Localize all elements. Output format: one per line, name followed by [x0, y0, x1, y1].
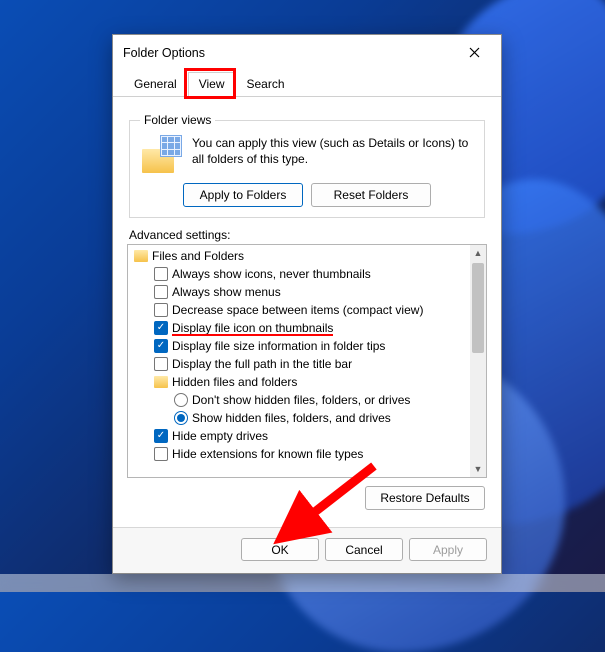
tree-item[interactable]: Hide extensions for known file types: [130, 445, 486, 463]
advanced-settings-label: Advanced settings:: [129, 228, 487, 242]
tree-item[interactable]: Don't show hidden files, folders, or dri…: [130, 391, 486, 409]
checkbox-icon[interactable]: ✓: [154, 429, 168, 443]
tab-label: View: [199, 77, 225, 91]
close-button[interactable]: [455, 39, 493, 67]
tree-item[interactable]: Always show icons, never thumbnails: [130, 265, 486, 283]
cancel-button[interactable]: Cancel: [325, 538, 403, 561]
taskbar: [0, 574, 605, 592]
tab-strip: General View Search: [113, 71, 501, 97]
apply-button[interactable]: Apply: [409, 538, 487, 561]
radio-icon[interactable]: [174, 411, 188, 425]
tree-item-label: Always show icons, never thumbnails: [172, 267, 371, 281]
tree-item[interactable]: ✓ Display file icon on thumbnails: [130, 319, 486, 337]
checkbox-icon[interactable]: [154, 267, 168, 281]
restore-defaults-button[interactable]: Restore Defaults: [365, 486, 485, 510]
tree-item[interactable]: ✓ Hide empty drives: [130, 427, 486, 445]
checkbox-icon[interactable]: ✓: [154, 321, 168, 335]
folder-icon: [134, 250, 148, 262]
tab-search[interactable]: Search: [236, 72, 296, 97]
folder-views-legend: Folder views: [140, 113, 215, 127]
dialog-title: Folder Options: [123, 46, 205, 60]
advanced-settings-tree[interactable]: Files and Folders Always show icons, neve…: [127, 244, 487, 478]
tree-item-label: Hide empty drives: [172, 429, 268, 443]
tree-item: Files and Folders: [130, 247, 486, 265]
scrollbar-thumb[interactable]: [472, 263, 484, 353]
folder-views-text: You can apply this view (such as Details…: [192, 135, 474, 175]
tab-view[interactable]: View: [188, 72, 236, 97]
tree-item-label: Don't show hidden files, folders, or dri…: [192, 393, 410, 407]
scrollbar[interactable]: ▲ ▼: [470, 245, 486, 477]
tree-item[interactable]: Always show menus: [130, 283, 486, 301]
apply-to-folders-button[interactable]: Apply to Folders: [183, 183, 303, 207]
tree-item-label: Display file size information in folder …: [172, 339, 385, 353]
folder-icon: [154, 376, 168, 388]
folder-views-icon: [140, 135, 182, 175]
titlebar: Folder Options: [113, 35, 501, 71]
checkbox-icon[interactable]: [154, 285, 168, 299]
tree-item-label: Display the full path in the title bar: [172, 357, 352, 371]
tab-general[interactable]: General: [123, 72, 188, 97]
tree-item[interactable]: Display the full path in the title bar: [130, 355, 486, 373]
folder-views-group: Folder views You can apply this view (su…: [129, 113, 485, 218]
tree-item-label: Always show menus: [172, 285, 281, 299]
checkbox-icon[interactable]: [154, 357, 168, 371]
checkbox-icon[interactable]: [154, 447, 168, 461]
tree-item-label: Display file icon on thumbnails: [172, 321, 333, 335]
checkbox-icon[interactable]: ✓: [154, 339, 168, 353]
close-icon: [469, 46, 480, 61]
tree-item: Hidden files and folders: [130, 373, 486, 391]
tree-item[interactable]: Show hidden files, folders, and drives: [130, 409, 486, 427]
tree-item-label: Hide extensions for known file types: [172, 447, 363, 461]
checkbox-icon[interactable]: [154, 303, 168, 317]
reset-folders-button[interactable]: Reset Folders: [311, 183, 431, 207]
tree-item[interactable]: ✓ Display file size information in folder…: [130, 337, 486, 355]
tree-item-label: Show hidden files, folders, and drives: [192, 411, 391, 425]
folder-options-dialog: Folder Options General View Search Folde…: [112, 34, 502, 574]
ok-button[interactable]: OK: [241, 538, 319, 561]
scroll-down-icon[interactable]: ▼: [470, 461, 486, 477]
radio-icon[interactable]: [174, 393, 188, 407]
tree-item-label: Decrease space between items (compact vi…: [172, 303, 423, 317]
tab-label: General: [134, 77, 177, 91]
tree-item[interactable]: Decrease space between items (compact vi…: [130, 301, 486, 319]
tree-item-label: Files and Folders: [152, 249, 244, 263]
tab-label: Search: [247, 77, 285, 91]
tree-item-label: Hidden files and folders: [172, 375, 297, 389]
dialog-button-row: OK Cancel Apply: [113, 527, 501, 573]
scroll-up-icon[interactable]: ▲: [470, 245, 486, 261]
